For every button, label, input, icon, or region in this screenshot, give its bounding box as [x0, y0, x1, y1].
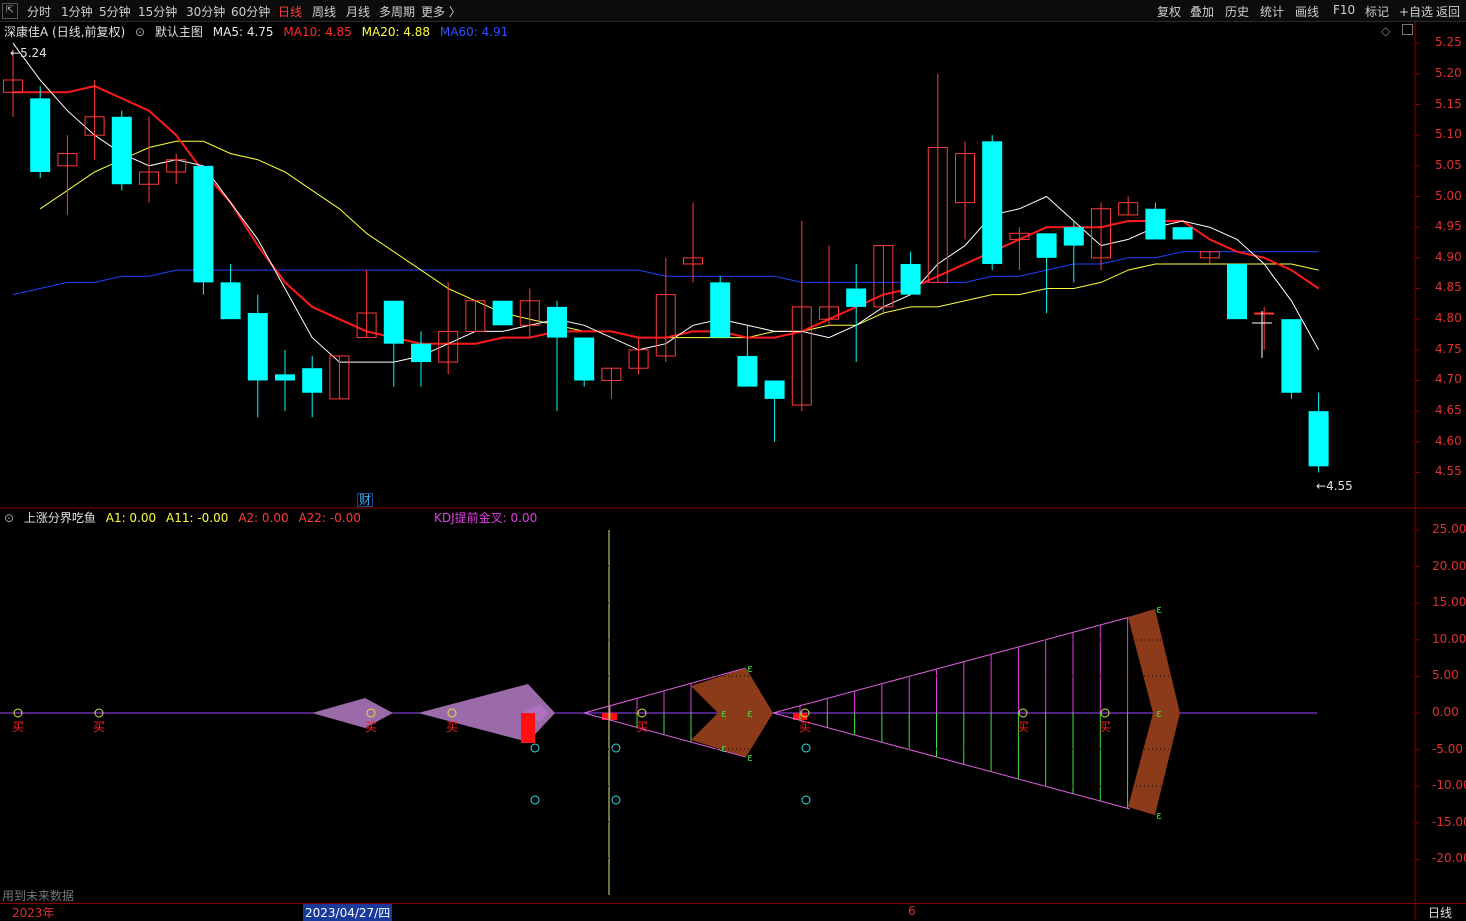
price-tick-label: 5.20: [1435, 65, 1462, 80]
price-tick-label: 5.00: [1435, 188, 1462, 203]
buy-label: 买: [799, 720, 811, 734]
candle-body: [492, 300, 513, 326]
sub-tick-label: 10.00: [1432, 631, 1466, 646]
price-tick-label: 4.75: [1435, 341, 1462, 356]
buy-label: 买: [446, 720, 458, 734]
candle-body: [547, 306, 567, 338]
candle-body: [30, 98, 51, 172]
price-tick-label: 4.80: [1435, 311, 1462, 326]
candle-body: [900, 263, 921, 295]
price-tick-label: 4.60: [1435, 433, 1462, 448]
candle-body: [1172, 227, 1193, 240]
signal-circle: [801, 795, 811, 805]
price-tick-label: 4.55: [1435, 464, 1462, 479]
candle-body: [737, 355, 758, 387]
sub-tick-label: 15.00: [1432, 595, 1466, 610]
cone-upper: [772, 616, 1131, 714]
price-tick-label: 4.90: [1435, 249, 1462, 264]
low-value: 4.55: [1326, 479, 1353, 493]
signal-circle: [611, 795, 621, 805]
future-data-note: 用到未来数据: [2, 889, 75, 903]
candle-body: [220, 282, 241, 320]
candle-body: [383, 300, 404, 344]
price-tick-label: 5.25: [1435, 35, 1462, 50]
candle-body: [574, 337, 595, 381]
candle-body: [1227, 263, 1247, 320]
buy-label: 买: [93, 720, 105, 734]
chart-canvas[interactable]: εεεεεεεε买买买买买买买买: [0, 0, 1466, 920]
cursor-date-label: 2023/04/27/四: [303, 904, 393, 921]
candle-body: [1281, 319, 1302, 393]
candle-body: [302, 368, 323, 393]
period-label: 日线: [1428, 906, 1453, 920]
sub-tick-label: 25.00: [1432, 522, 1466, 536]
signal-epsilon: ε: [747, 662, 753, 675]
sub-tick-label: -15.00: [1432, 814, 1466, 829]
candle-body: [710, 282, 731, 338]
sub-tick-label: 5.00: [1432, 668, 1459, 683]
sub-tick-label: 20.00: [1432, 558, 1466, 573]
buy-label: 买: [1017, 720, 1029, 734]
signal-epsilon: ε: [1156, 707, 1162, 720]
candle-body: [764, 380, 785, 399]
signal-circle: [530, 795, 540, 805]
signal-bar: [521, 713, 535, 743]
candle-body: [247, 313, 268, 381]
signal-epsilon: ε: [1156, 603, 1162, 616]
candle-body: [1063, 227, 1084, 246]
signal-circle: [530, 743, 540, 753]
signal-epsilon: ε: [747, 751, 753, 764]
buy-label: 买: [365, 720, 377, 734]
finance-marker[interactable]: 财: [357, 493, 374, 507]
sub-tick-label: -20.00: [1432, 851, 1466, 866]
sub-tick-label: -5.00: [1432, 741, 1464, 756]
year-label: 2023年: [12, 906, 55, 920]
high-annotation: ←5.24: [10, 46, 47, 60]
price-tick-label: 5.15: [1435, 96, 1462, 111]
month-label: 6: [908, 904, 916, 918]
candle-body: [846, 288, 867, 307]
buy-label: 买: [12, 720, 24, 734]
price-tick-label: 4.65: [1435, 403, 1462, 418]
candle-body: [1254, 312, 1275, 315]
signal-epsilon: ε: [721, 707, 727, 720]
candle-body: [1145, 208, 1166, 240]
candle-body: [1036, 233, 1057, 258]
cone-lower: [772, 712, 1131, 810]
price-tick-label: 5.10: [1435, 127, 1462, 142]
buy-label: 买: [1099, 720, 1111, 734]
candle-body: [193, 165, 214, 283]
buy-label: 买: [636, 720, 648, 734]
candle-body: [111, 116, 132, 185]
candle-body: [1308, 411, 1329, 467]
signal-circle: [801, 743, 811, 753]
signal-epsilon: ε: [747, 707, 753, 720]
price-tick-label: 4.95: [1435, 219, 1462, 234]
high-value: 5.24: [20, 46, 47, 60]
sub-tick-label: -10.00: [1432, 778, 1466, 793]
price-tick-label: 5.05: [1435, 157, 1462, 172]
date-axis: [0, 903, 1466, 921]
sub-tick-label: 0.00: [1432, 705, 1459, 719]
fish-shape: [312, 698, 393, 728]
candle-body: [411, 343, 431, 363]
signal-circle: [611, 743, 621, 753]
price-tick-label: 4.85: [1435, 280, 1462, 295]
signal-epsilon: ε: [1156, 809, 1162, 822]
candle-body: [275, 374, 295, 381]
price-tick-label: 4.70: [1435, 372, 1462, 387]
low-annotation: ←4.55: [1316, 479, 1353, 493]
candle-body: [982, 141, 1003, 264]
